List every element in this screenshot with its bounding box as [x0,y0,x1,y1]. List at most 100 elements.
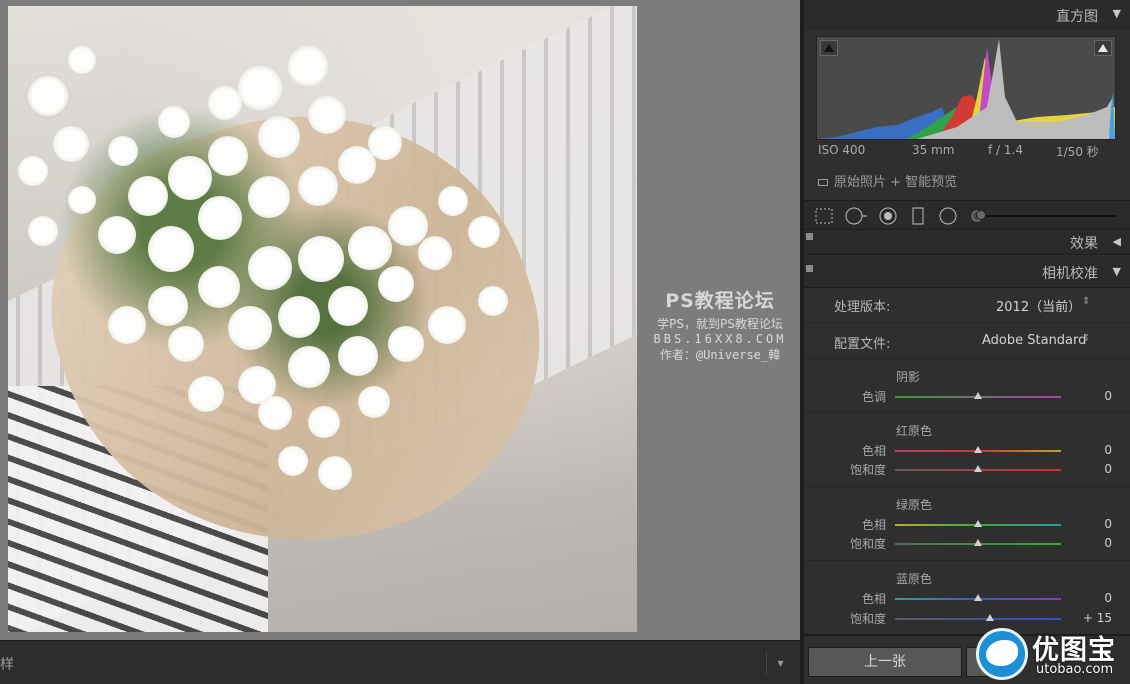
smart-preview-label: 原始照片 + 智能预览 [834,175,958,190]
flower-blossom [198,196,242,240]
flower-blossom [18,156,48,186]
shadow-clipping-icon [824,44,834,52]
collapse-triangle-icon[interactable]: ▼ [1113,7,1121,20]
shadows-tint-knob[interactable] [974,392,982,399]
flower-blossom [478,286,508,316]
effects-header[interactable]: 效果 ◀ [804,231,1130,255]
flower-blossom [68,186,96,214]
flower-blossom [278,446,308,476]
photo-preview[interactable] [8,6,637,632]
green-saturation-knob[interactable] [974,539,982,546]
red-eye-icon[interactable] [878,207,898,225]
blue-saturation-knob[interactable] [986,614,994,621]
tool-strip [804,200,1130,230]
shadows-tint-value: 0 [1104,389,1112,403]
profile-select[interactable]: Adobe Standard ⇕ [954,331,1104,351]
crop-icon[interactable] [814,207,834,225]
green-saturation-value: 0 [1104,536,1112,550]
panel-toggle-icon[interactable] [806,265,813,272]
red-hue-knob[interactable] [974,446,982,453]
blue-saturation-slider[interactable] [895,618,1061,620]
flower-blossom [128,176,168,216]
red-saturation-value: 0 [1104,462,1112,476]
divider [804,412,1130,413]
divider [804,358,1130,359]
brush-size-slider[interactable] [980,215,1116,217]
camera-calibration-header[interactable]: 相机校准 ▼ [804,256,1130,288]
red-hue-label: 色相 [861,444,886,458]
flower-blossom [308,96,346,134]
smart-preview-status[interactable]: 原始照片 + 智能预览 [818,171,957,190]
logo-url: utobao.com [1036,662,1114,677]
histogram[interactable] [816,36,1116,140]
flower-blossom [258,396,292,430]
green-hue-value: 0 [1104,517,1112,531]
divider [804,322,1130,323]
flower-blossom [338,336,378,376]
flower-blossom [198,266,240,308]
red-hue-value: 0 [1104,443,1112,457]
red-primary-title: 红原色 [896,424,933,438]
red-saturation-label: 饱和度 [849,463,886,477]
flower-blossom [378,266,414,302]
expand-triangle-icon[interactable]: ◀ [1113,235,1121,248]
flower-blossom [328,286,368,326]
bottom-toolbar: 样 ▾ [0,640,800,684]
flower-blossom [318,456,352,490]
process-version-value: 2012（当前） [996,300,1082,315]
blue-saturation-label: 饱和度 [849,612,886,626]
toolbar-label: 样 [0,657,14,673]
green-hue-label: 色相 [861,518,886,532]
shadows-title: 阴影 [896,370,921,384]
divider [804,486,1130,487]
exif-aperture: f / 1.4 [988,143,1023,157]
previous-button[interactable]: 上一张 [808,647,962,677]
profile-value: Adobe Standard [982,333,1087,348]
smart-preview-icon [818,179,828,186]
flower-blossom [108,306,146,344]
flower-blossom [248,176,290,218]
brush-size-knob[interactable] [976,210,986,220]
green-primary-title: 绿原色 [896,498,933,512]
radial-filter-icon[interactable] [938,207,958,225]
watermark-author: 作者：@Universe_韓 [659,348,781,362]
histogram-title: 直方图 [1056,9,1098,25]
green-saturation-label: 饱和度 [849,537,886,551]
highlight-clipping-button[interactable] [1094,40,1112,56]
flower-blossom [358,386,390,418]
shadow-clipping-button[interactable] [820,40,838,56]
toolbar-dropdown-button[interactable]: ▾ [766,651,794,675]
green-hue-knob[interactable] [974,520,982,527]
flower-blossom [208,86,242,120]
blue-hue-label: 色相 [861,592,886,606]
flower-blossom [188,376,224,412]
collapse-triangle-icon[interactable]: ▼ [1113,265,1121,278]
watermark-subtitle: 学PS，就到PS教程论坛 [657,317,783,331]
panel-toggle-icon[interactable] [806,233,813,240]
process-version-select[interactable]: 2012（当前） ⇕ [954,294,1104,315]
exif-shutter: 1/50 秒 [1056,145,1099,159]
blue-hue-knob[interactable] [974,594,982,601]
flower-blossom [418,236,452,270]
red-saturation-knob[interactable] [974,465,982,472]
spot-removal-icon[interactable] [844,207,868,225]
blue-hue-value: 0 [1104,591,1112,605]
exif-focal-length: 35 mm [912,143,955,157]
flower-blossom [288,346,330,388]
histogram-header[interactable]: 直方图 ▼ [804,0,1130,30]
flower-blossom [298,166,338,206]
flower-blossom [308,406,340,438]
flower-blossom [348,226,392,270]
graduated-filter-icon[interactable] [910,207,926,225]
watermark: PS教程论坛 学PS，就到PS教程论坛 BBS.16XX8.COM 作者：@Un… [640,286,800,363]
process-version-label: 处理版本: [834,300,891,315]
flower-blossom [468,216,500,248]
updown-icon: ⇕ [1082,296,1091,307]
flower-blossom [68,46,96,74]
flower-blossom [168,156,212,200]
flower-blossom [108,136,138,166]
image-canvas[interactable]: PS教程论坛 学PS，就到PS教程论坛 BBS.16XX8.COM 作者：@Un… [0,0,800,640]
flower-blossom [168,326,204,362]
flower-blossom [53,126,89,162]
flower-blossom [28,76,68,116]
